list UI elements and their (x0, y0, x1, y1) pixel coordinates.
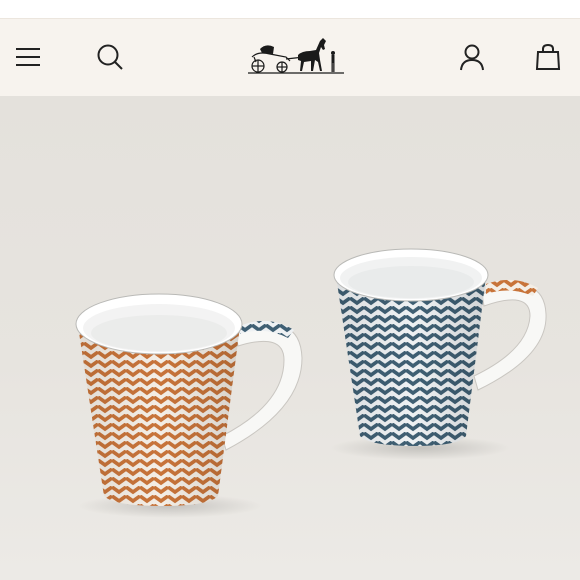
account-button[interactable] (454, 39, 490, 75)
shopping-bag-button[interactable] (530, 39, 566, 75)
blue-chevron-mug (333, 248, 547, 446)
account-icon (459, 43, 485, 71)
orange-chevron-mug (75, 293, 303, 506)
horse-carriage-logo-icon (246, 38, 346, 83)
hamburger-menu-icon (14, 46, 42, 68)
search-button[interactable] (92, 39, 128, 75)
shopping-bag-icon (535, 43, 561, 71)
menu-button[interactable] (10, 39, 46, 75)
status-bar (0, 0, 580, 18)
product-image (0, 96, 580, 580)
search-icon (96, 43, 124, 71)
site-header (0, 18, 580, 96)
home-logo-link[interactable] (246, 33, 346, 79)
